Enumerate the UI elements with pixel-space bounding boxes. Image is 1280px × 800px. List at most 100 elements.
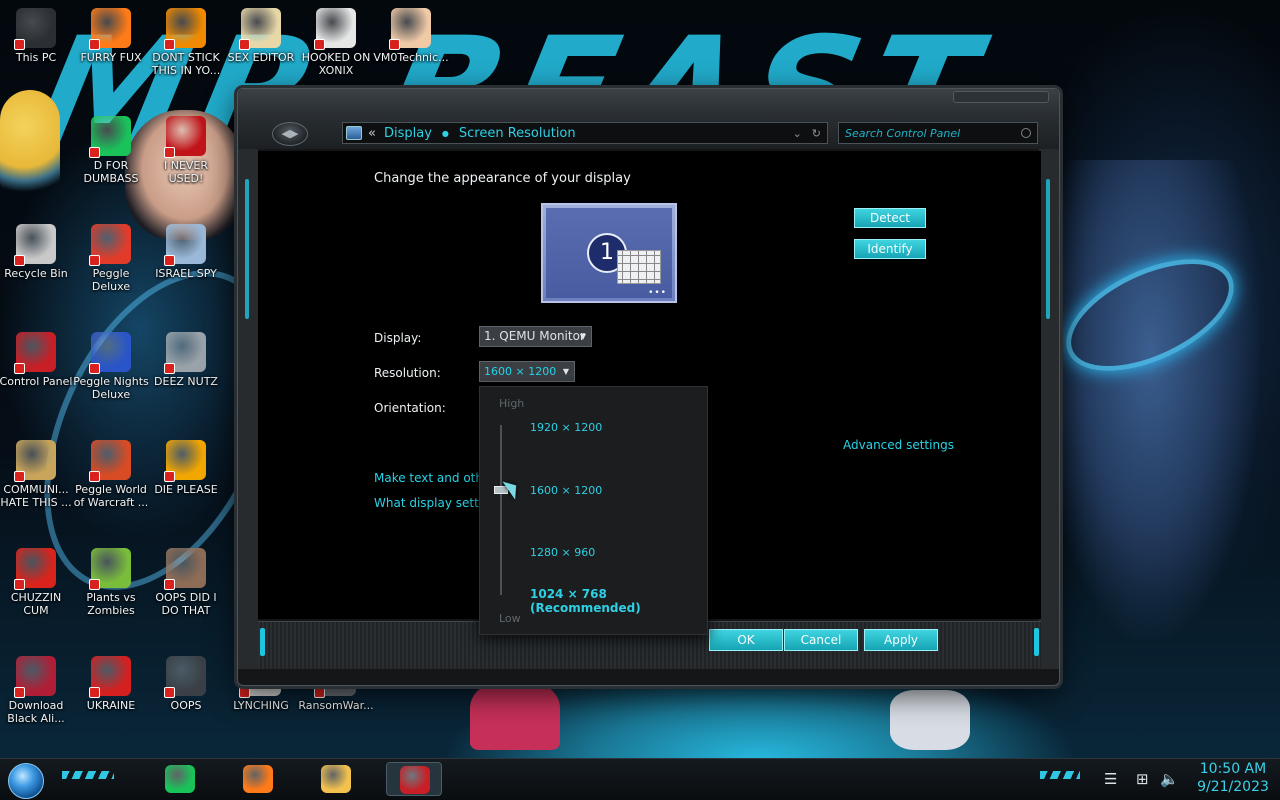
desktop-icon[interactable]: OOPS DID I DO THAT (148, 548, 224, 617)
copy-windows-icon (164, 332, 206, 374)
desktop-icon[interactable]: I NEVER USED! (148, 116, 224, 185)
detect-button[interactable]: Detect (854, 208, 926, 228)
window-controls[interactable] (953, 91, 1049, 103)
window-right-frame (1039, 149, 1059, 669)
search-icon[interactable] (1021, 128, 1031, 138)
breadcrumb-display[interactable]: Display (384, 126, 432, 141)
desktop-icon[interactable]: Peggle Nights Deluxe (73, 332, 149, 401)
taskbar-decoration (1040, 771, 1080, 779)
desktop-icon-label: LYNCHING (233, 699, 289, 712)
identify-button[interactable]: Identify (854, 239, 926, 259)
desktop-icon[interactable]: D FOR DUMBASS (73, 116, 149, 185)
wallpaper-star-character (0, 90, 60, 210)
desktop-icon[interactable]: ISRAEL SPY (148, 224, 224, 280)
desktop-icon[interactable]: Peggle World of Warcraft ... (73, 440, 149, 509)
breadcrumb-overflow[interactable]: « (368, 126, 376, 141)
shortcut-badge-icon (14, 255, 25, 266)
desktop-icon-label: Peggle Deluxe (91, 267, 131, 293)
resolution-option[interactable]: 1920 × 1200 (530, 421, 602, 434)
ok-button[interactable]: OK (709, 629, 783, 651)
desktop-icon-label: COMMUNI... HATE THIS ... (0, 483, 72, 509)
breadcrumb-screen-resolution[interactable]: Screen Resolution (459, 126, 576, 141)
tray-expand-icon[interactable]: ☰ (1104, 770, 1117, 788)
back-arrow-icon: ◀▶ (281, 127, 299, 140)
desktop-icon-label: This PC (15, 51, 57, 64)
resolution-option-recommended[interactable]: 1024 × 768 (Recommended) (530, 587, 707, 615)
shortcut-badge-icon (314, 39, 325, 50)
desktop-icon[interactable]: Peggle Deluxe (73, 224, 149, 293)
resolution-label: Resolution: (374, 366, 441, 380)
desktop-icon[interactable]: OOPS (148, 656, 224, 712)
desktop-icon[interactable]: COMMUNI... HATE THIS ... (0, 440, 74, 509)
desktop-icon-label: ISRAEL SPY (155, 267, 217, 280)
desktop-icon[interactable]: UKRAINE (73, 656, 149, 712)
volume-icon[interactable]: 🔈 (1160, 770, 1179, 788)
desktop-icon[interactable]: This PC (0, 8, 74, 64)
search-input[interactable] (845, 126, 1015, 140)
shortcut-badge-icon (164, 579, 175, 590)
shortcut-badge-icon (239, 687, 250, 698)
desktop-icon[interactable]: Download Black Ali... (0, 656, 74, 725)
shortcut-badge-icon (89, 255, 100, 266)
desktop-icon[interactable]: SEX EDITOR (223, 8, 299, 64)
desktop-icon[interactable]: DIE PLEASE (148, 440, 224, 496)
portrait-icon (164, 548, 206, 590)
text-size-link[interactable]: Make text and other (374, 471, 495, 485)
display-monitor-preview[interactable]: 1 ••• (541, 203, 677, 303)
start-button[interactable] (8, 763, 44, 799)
cancel-button[interactable]: Cancel (784, 629, 858, 651)
desktop-icon[interactable]: Control Panel (0, 332, 74, 388)
resolution-option[interactable]: 1600 × 1200 (530, 484, 602, 497)
shortcut-badge-icon (164, 363, 175, 374)
pvz-icon (89, 548, 131, 590)
apply-button[interactable]: Apply (864, 629, 938, 651)
network-icon (164, 224, 206, 266)
refresh-icon[interactable]: ↻ (812, 127, 821, 140)
desktop-icon[interactable]: DONT STICK THIS IN YO... (148, 8, 224, 77)
radiation-icon (89, 656, 131, 698)
desktop-icon[interactable]: Plants vs Zombies (73, 548, 149, 617)
taskbar-button[interactable] (230, 762, 286, 796)
resolution-select[interactable]: 1600 × 1200 ▼ (479, 361, 575, 382)
desktop-icon-label: D FOR DUMBASS (83, 159, 139, 185)
taskbar-decoration (62, 771, 114, 779)
monitor-icon (14, 8, 56, 50)
network-icon[interactable]: ⊞ (1136, 770, 1149, 788)
shortcut-badge-icon (89, 579, 100, 590)
taskbar-button[interactable] (308, 762, 364, 796)
control-panel-icon (14, 332, 56, 374)
shortcut-badge-icon (14, 39, 25, 50)
taskbar-button[interactable] (386, 762, 442, 796)
desktop-icon-label: DEEZ NUTZ (154, 375, 218, 388)
resolution-option[interactable]: 1280 × 960 (530, 546, 595, 559)
address-bar[interactable]: « Display ● Screen Resolution ⌄ ↻ (342, 122, 828, 144)
desktop-icon[interactable]: HOOKED ON XONIX (298, 8, 374, 77)
search-box[interactable] (838, 122, 1038, 144)
desktop-icon[interactable]: CHUZZIN CUM (0, 548, 74, 617)
advanced-settings-link[interactable]: Advanced settings (843, 438, 954, 452)
desktop-icon-label: SEX EDITOR (227, 51, 295, 64)
control-panel-icon (400, 766, 430, 794)
shortcut-badge-icon (164, 39, 175, 50)
back-forward-button[interactable]: ◀▶ (272, 122, 308, 146)
taskbar-button[interactable] (152, 762, 208, 796)
desktop-icon[interactable]: Recycle Bin (0, 224, 74, 280)
desktop-icon-label: Plants vs Zombies (86, 591, 136, 617)
chevron-down-icon[interactable]: ⌄ (793, 127, 802, 140)
shortcut-badge-icon (14, 687, 25, 698)
shortcut-badge-icon (14, 363, 25, 374)
desktop-icon[interactable]: VM0Technic... (373, 8, 449, 64)
desktop-icon[interactable]: DEEZ NUTZ (148, 332, 224, 388)
shortcut-badge-icon (164, 147, 175, 158)
desktop-icon-label: I NEVER USED! (163, 159, 209, 185)
shortcut-badge-icon (14, 471, 25, 482)
chevron-down-icon: ▼ (562, 367, 569, 376)
desktop-icon[interactable]: FURRY FUX (73, 8, 149, 64)
more-dots-icon: ••• (648, 288, 667, 298)
desktop-icon-label: CHUZZIN CUM (10, 591, 62, 617)
display-select[interactable]: 1. QEMU Monitor ▼ (479, 326, 592, 347)
desktop-icon-label: Peggle Nights Deluxe (73, 375, 149, 401)
resolution-slider-track[interactable] (500, 425, 502, 595)
peggle-icon (89, 224, 131, 266)
system-clock[interactable]: 10:50 AM 9/21/2023 (1190, 760, 1276, 796)
